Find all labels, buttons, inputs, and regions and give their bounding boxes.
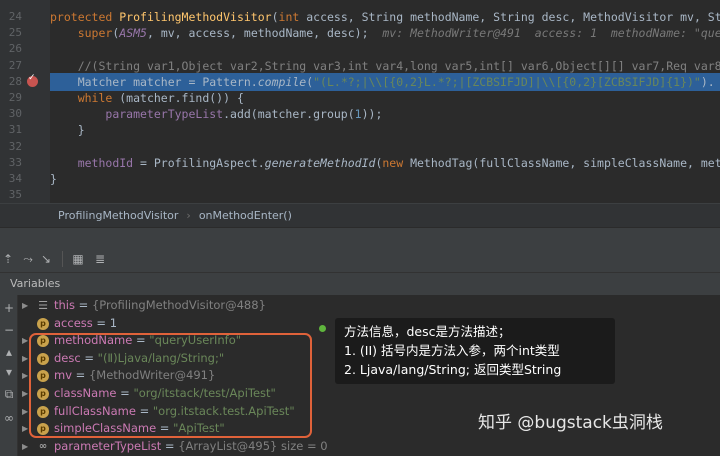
variable-name: parameterTypeList = {ArrayList@495} size… — [54, 438, 328, 456]
expand-arrow-icon[interactable]: ▶ — [22, 385, 28, 403]
code-token: } — [50, 172, 57, 186]
code-token: (matcher.find()) { — [119, 91, 244, 105]
code-token: "(L.*?;|\\[{0,2}L.*?;|[ZCBSIFJD]|\\[{0,2… — [313, 74, 701, 89]
annotation-dot — [319, 325, 326, 332]
code-token: compile — [257, 74, 307, 89]
drop-frame-icon[interactable]: ⤳ — [20, 252, 36, 266]
variable-value: {ArrayList@495} size = 0 — [178, 438, 328, 453]
expand-arrow-icon[interactable]: ▶ — [22, 332, 28, 350]
step-out-icon[interactable]: ⇡ — [0, 252, 16, 266]
breakpoint-icon[interactable] — [27, 73, 38, 87]
annotation-callout: 方法信息，desc是方法描述； 1. (II) 括号内是方法入参，两个int类型… — [335, 318, 615, 384]
code-token: , mv, access, methodName, desc); — [146, 26, 383, 41]
move-up-icon[interactable]: ▴ — [2, 345, 16, 359]
code-editor[interactable]: 24252627282930313233343536 protected Pro… — [0, 0, 720, 203]
code-token: generateMethodId — [264, 155, 376, 170]
chevron-right-icon: › — [186, 209, 191, 222]
copy-icon[interactable]: ⧉ — [2, 387, 16, 401]
code-token: int — [278, 10, 307, 24]
equals-sign: = — [74, 298, 92, 312]
equals-sign: = — [92, 315, 110, 330]
breadcrumb: ProfilingMethodVisitor › onMethodEnter() — [0, 203, 720, 227]
add-watch-icon[interactable]: + — [2, 301, 16, 315]
code-token: ASM5 — [119, 26, 147, 41]
watch-icon: ∞ — [38, 440, 48, 452]
code-token: new — [382, 155, 411, 170]
callout-line-2: 1. (II) 括号内是方法入参，两个int类型 — [344, 343, 560, 358]
expand-arrow-icon[interactable]: ▶ — [22, 438, 28, 456]
variable-name: access = 1 — [54, 315, 117, 333]
list-icon: ☰ — [38, 299, 48, 312]
breadcrumb-class[interactable]: ProfilingMethodVisitor — [58, 209, 178, 222]
line-number: 35 — [8, 188, 22, 202]
code-token: protected — [50, 10, 120, 24]
field-icon: p — [37, 317, 49, 330]
toolbar-divider — [62, 251, 63, 267]
debug-toolbar: ⇡ ⤳ ↘ ▦ ≣ — [0, 245, 720, 273]
expand-arrow-icon[interactable]: ▶ — [22, 420, 28, 438]
panel-divider[interactable] — [0, 227, 720, 245]
breadcrumb-method[interactable]: onMethodEnter() — [199, 209, 292, 222]
code-token: 1 — [354, 107, 362, 122]
expand-arrow-icon[interactable]: ▶ — [22, 350, 28, 368]
code-token: .add(matcher.group( — [223, 107, 355, 122]
code-token: = ProfilingAspect. — [133, 155, 265, 170]
variable-name: this = {ProfilingMethodVisitor@488} — [54, 297, 266, 315]
variable-name-text: this — [54, 298, 75, 312]
variable-name-text: access — [54, 315, 93, 330]
equals-sign: = — [161, 438, 179, 453]
remove-watch-icon[interactable]: − — [2, 323, 16, 337]
code-token: access, String methodName, String desc, … — [306, 10, 720, 24]
code-token: ( — [271, 10, 279, 24]
expand-arrow-icon[interactable]: ▶ — [22, 367, 28, 385]
code-token: parameterTypeList — [105, 107, 224, 122]
evaluate-icon[interactable]: ▦ — [70, 252, 86, 266]
variable-row-parametertypelist[interactable]: ▶ ∞ parameterTypeList = {ArrayList@495} si… — [19, 438, 709, 456]
code-token: while — [77, 91, 120, 105]
annotation-box — [29, 333, 312, 438]
variable-name-text: parameterTypeList — [54, 438, 162, 453]
trace-icon[interactable]: ≣ — [92, 252, 108, 266]
line-number-gutter[interactable]: 24252627282930313233343536 — [0, 0, 50, 203]
code-token: } — [50, 123, 85, 138]
code-token: MethodTag(fullClassName, simpleClassName… — [410, 155, 720, 170]
variable-row-this[interactable]: ▶ ☰ this = {ProfilingMethodVisitor@488} — [19, 297, 709, 315]
code-token: ProfilingMethodVisitor — [119, 10, 272, 24]
code-token: //(String var1,Object var2,String var3,i… — [77, 58, 720, 73]
glasses-icon[interactable]: ∞ — [2, 411, 16, 425]
expand-arrow-icon[interactable]: ▶ — [22, 403, 28, 421]
callout-line-3: 2. Ljava/lang/String; 返回类型String — [344, 362, 562, 377]
code-token: super — [77, 26, 113, 41]
code-token: ). matcher(de — [700, 74, 715, 89]
variables-side-toolbar: + − ▴ ▾ ⧉ ∞ — [0, 295, 18, 456]
move-down-icon[interactable]: ▾ — [2, 365, 16, 379]
code-line[interactable] — [50, 186, 720, 203]
code-token: methodId — [77, 155, 134, 170]
variable-value: {ProfilingMethodVisitor@488} — [91, 298, 266, 312]
callout-line-1: 方法信息，desc是方法描述； — [344, 324, 511, 339]
expand-arrow-icon[interactable]: ▶ — [22, 297, 28, 315]
run-to-cursor-icon[interactable]: ↘ — [38, 252, 54, 266]
code-token: mv: MethodWriter@491 access: 1 methodNam… — [382, 26, 720, 41]
variable-value: 1 — [109, 315, 118, 330]
variables-header: Variables — [0, 273, 720, 295]
watermark: 知乎 @bugstack虫洞栈 — [478, 413, 663, 433]
code-token: )); — [361, 107, 383, 122]
code-token: Matcher matcher = Pattern. — [50, 74, 258, 89]
